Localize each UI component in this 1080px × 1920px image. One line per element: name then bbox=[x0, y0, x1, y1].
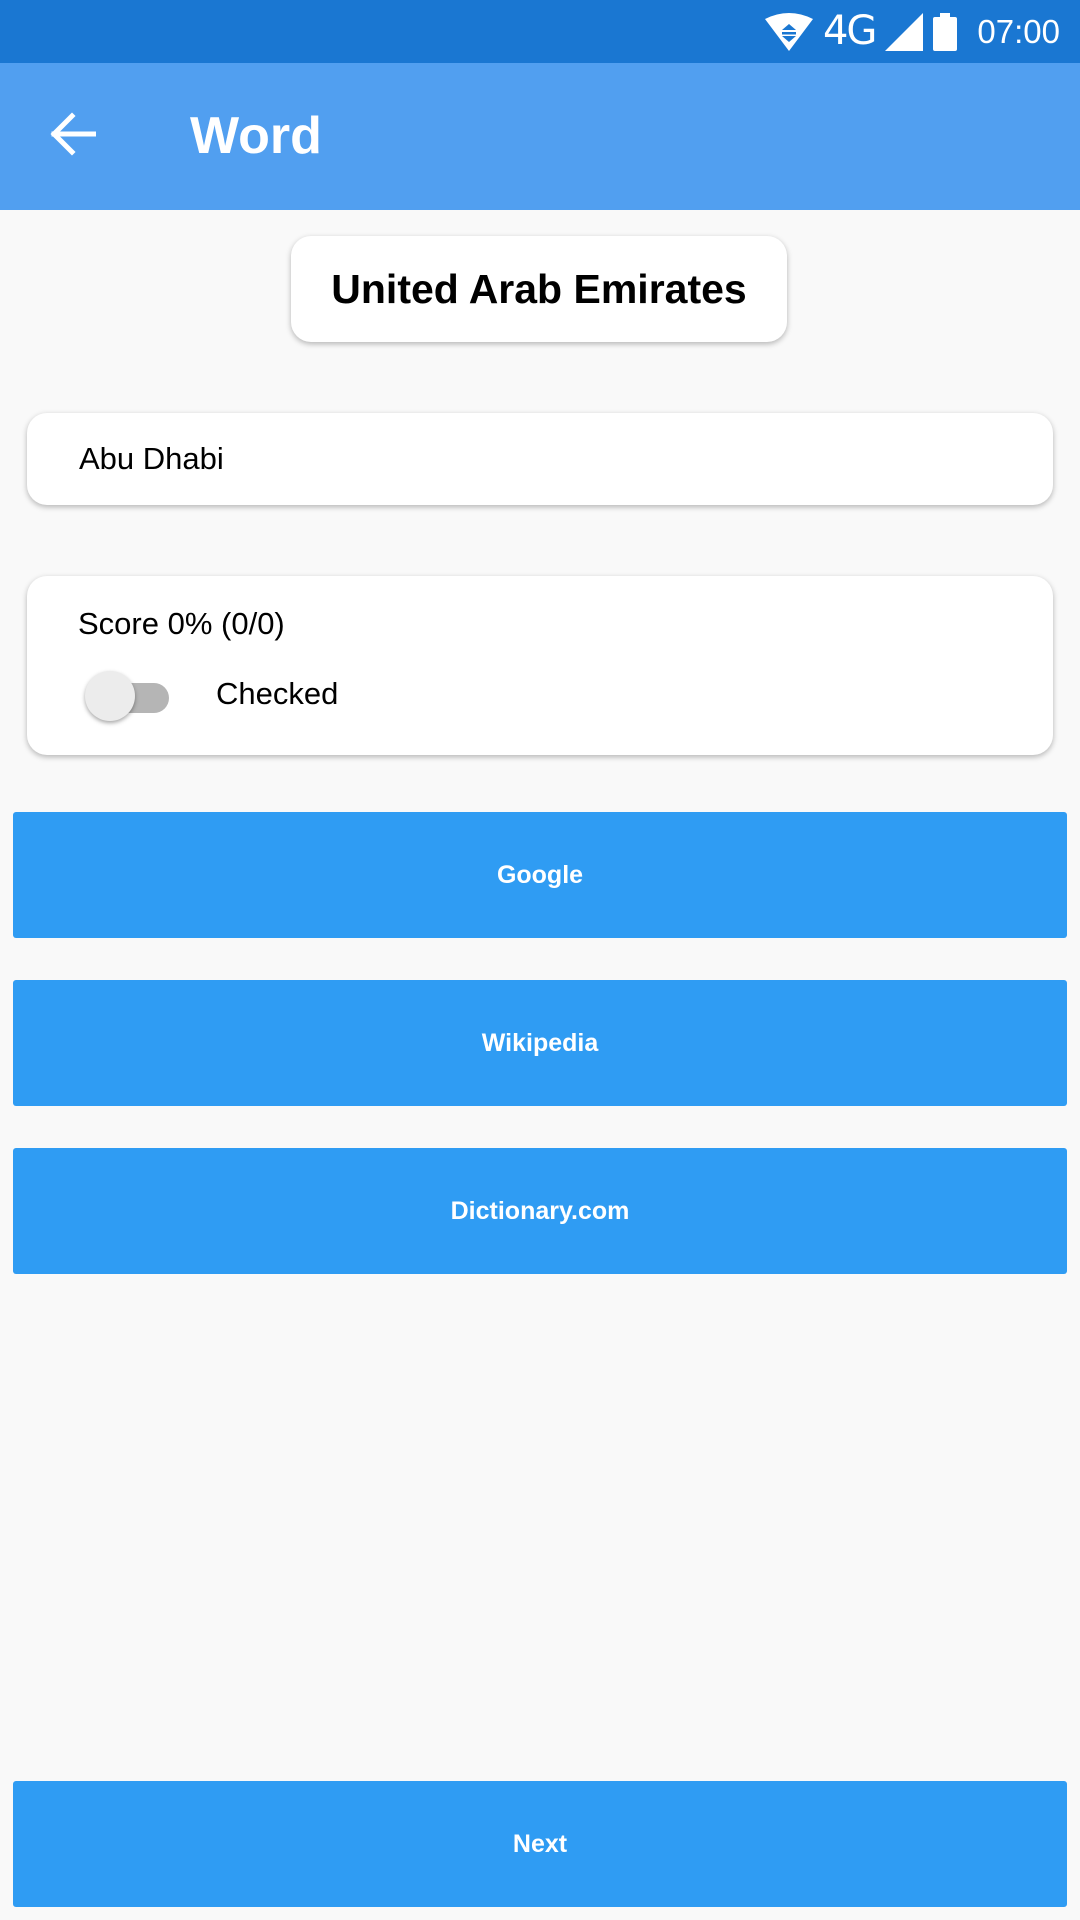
app-bar: Word bbox=[0, 63, 1080, 210]
google-button-label: Google bbox=[496, 860, 584, 889]
back-button[interactable] bbox=[28, 91, 118, 181]
word-card: United Arab Emirates bbox=[291, 236, 787, 342]
wikipedia-button-label: Wikipedia bbox=[481, 1028, 599, 1057]
status-icons: 4G 07:00 bbox=[764, 0, 1060, 63]
word-text: United Arab Emirates bbox=[331, 265, 747, 312]
switch-thumb bbox=[85, 671, 135, 721]
switch-label: Checked bbox=[216, 676, 339, 711]
google-button[interactable]: Google bbox=[13, 812, 1067, 938]
network-type: 4G bbox=[822, 8, 877, 54]
arrow-left-icon bbox=[50, 111, 97, 162]
signal-icon bbox=[885, 12, 924, 51]
clock: 07:00 bbox=[977, 13, 1060, 50]
answer-card[interactable]: Abu Dhabi bbox=[27, 413, 1053, 505]
wifi-icon bbox=[764, 12, 813, 51]
next-button-label: Next bbox=[512, 1829, 568, 1858]
next-button[interactable]: Next bbox=[13, 1781, 1067, 1907]
dictionary-button-label: Dictionary.com bbox=[450, 1196, 630, 1225]
wikipedia-button[interactable]: Wikipedia bbox=[13, 980, 1067, 1106]
answer-text: Abu Dhabi bbox=[79, 441, 224, 476]
checked-switch[interactable] bbox=[85, 668, 179, 724]
battery-icon bbox=[933, 12, 958, 51]
score-card: Score 0% (0/0) Checked bbox=[27, 576, 1053, 755]
score-text: Score 0% (0/0) bbox=[78, 606, 285, 641]
page-title: Word bbox=[190, 107, 322, 165]
status-bar: 4G 07:00 bbox=[0, 0, 1080, 63]
dictionary-button[interactable]: Dictionary.com bbox=[13, 1148, 1067, 1274]
